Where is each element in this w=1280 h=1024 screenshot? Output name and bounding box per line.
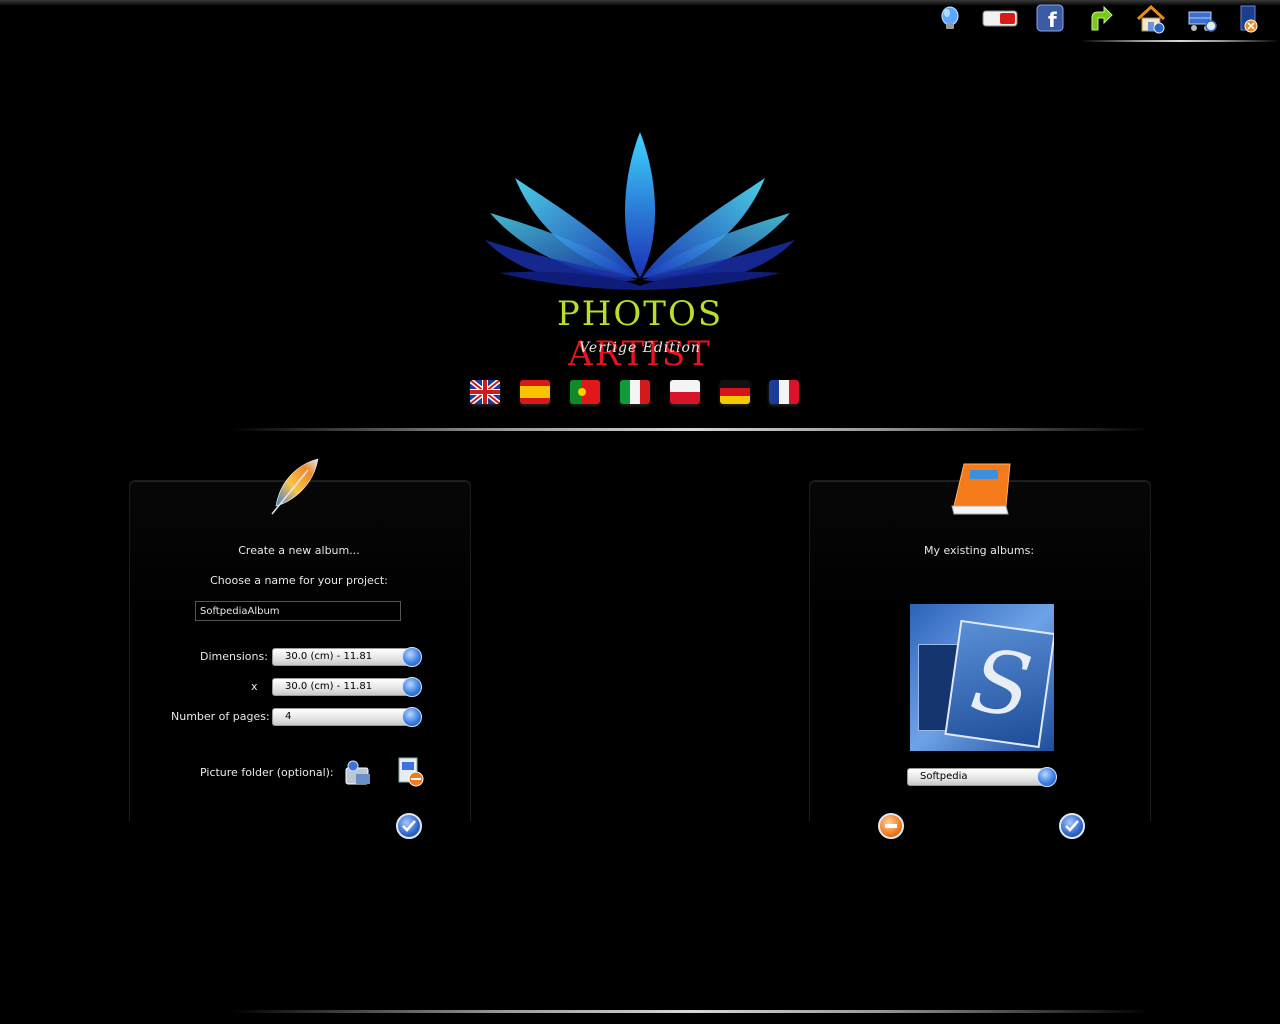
cart-icon[interactable] xyxy=(1186,4,1218,32)
english-flag-icon[interactable] xyxy=(470,380,500,404)
times-label: x xyxy=(251,680,258,693)
app-logo-icon xyxy=(480,128,800,293)
app-edition: Vertige Edition xyxy=(579,340,701,356)
new-album-heading: Create a new album... xyxy=(238,544,360,557)
open-album-confirm-button[interactable] xyxy=(1059,813,1085,839)
width-stepper-icon[interactable] xyxy=(402,647,422,667)
pages-stepper-icon[interactable] xyxy=(402,707,422,727)
dimensions-label: Dimensions: xyxy=(200,650,268,663)
portuguese-flag-icon[interactable] xyxy=(570,380,600,404)
clear-folder-icon[interactable] xyxy=(396,756,426,788)
height-value: 30.0 (cm) - 11.81 xyxy=(285,681,373,692)
polish-flag-icon[interactable] xyxy=(670,380,700,404)
feather-icon xyxy=(268,456,324,516)
italian-flag-icon[interactable] xyxy=(620,380,650,404)
lightbulb-icon[interactable] xyxy=(936,4,964,32)
footer-divider xyxy=(230,1010,1150,1013)
checkmark-icon xyxy=(402,820,416,832)
width-selector[interactable]: 30.0 (cm) - 11.81 xyxy=(272,648,412,666)
french-flag-icon[interactable] xyxy=(769,380,799,404)
album-selector[interactable]: Softpedia xyxy=(907,768,1047,786)
brand-word-photos: PHOTOS xyxy=(556,294,724,334)
delete-album-button[interactable] xyxy=(878,813,904,839)
home-icon[interactable] xyxy=(1135,4,1167,34)
minus-icon xyxy=(885,824,897,828)
thumbnail-letter: S xyxy=(965,630,1038,738)
spanish-flag-icon[interactable] xyxy=(520,380,550,404)
pages-label: Number of pages: xyxy=(171,710,270,723)
header-divider xyxy=(230,428,1150,431)
pages-value: 4 xyxy=(285,711,292,722)
thumbnail-front-card: S xyxy=(944,619,1054,749)
german-flag-icon[interactable] xyxy=(720,380,750,404)
browse-folder-icon[interactable] xyxy=(342,758,374,788)
project-name-prompt: Choose a name for your project: xyxy=(210,574,388,587)
album-book-icon xyxy=(950,458,1014,518)
existing-albums-heading: My existing albums: xyxy=(923,544,1035,557)
project-name-input[interactable] xyxy=(195,601,401,621)
create-album-confirm-button[interactable] xyxy=(396,813,422,839)
picture-folder-label: Picture folder (optional): xyxy=(200,766,334,779)
youtube-icon[interactable] xyxy=(982,4,1018,32)
album-selector-value: Softpedia xyxy=(920,771,968,782)
height-selector[interactable]: 30.0 (cm) - 11.81 xyxy=(272,678,412,696)
toolbar-divider xyxy=(1080,40,1280,42)
app-title: PHOTOS ARTIST xyxy=(480,294,800,374)
close-icon[interactable] xyxy=(1236,4,1264,33)
height-stepper-icon[interactable] xyxy=(402,677,422,697)
facebook-icon[interactable]: f xyxy=(1036,4,1064,32)
album-thumbnail[interactable]: S xyxy=(910,604,1054,751)
update-arrow-icon[interactable] xyxy=(1086,4,1114,32)
svg-text:f: f xyxy=(1048,8,1057,32)
album-stepper-icon[interactable] xyxy=(1037,767,1057,787)
checkmark-icon xyxy=(1065,820,1079,832)
pages-selector[interactable]: 4 xyxy=(272,708,412,726)
width-value: 30.0 (cm) - 11.81 xyxy=(285,651,373,662)
